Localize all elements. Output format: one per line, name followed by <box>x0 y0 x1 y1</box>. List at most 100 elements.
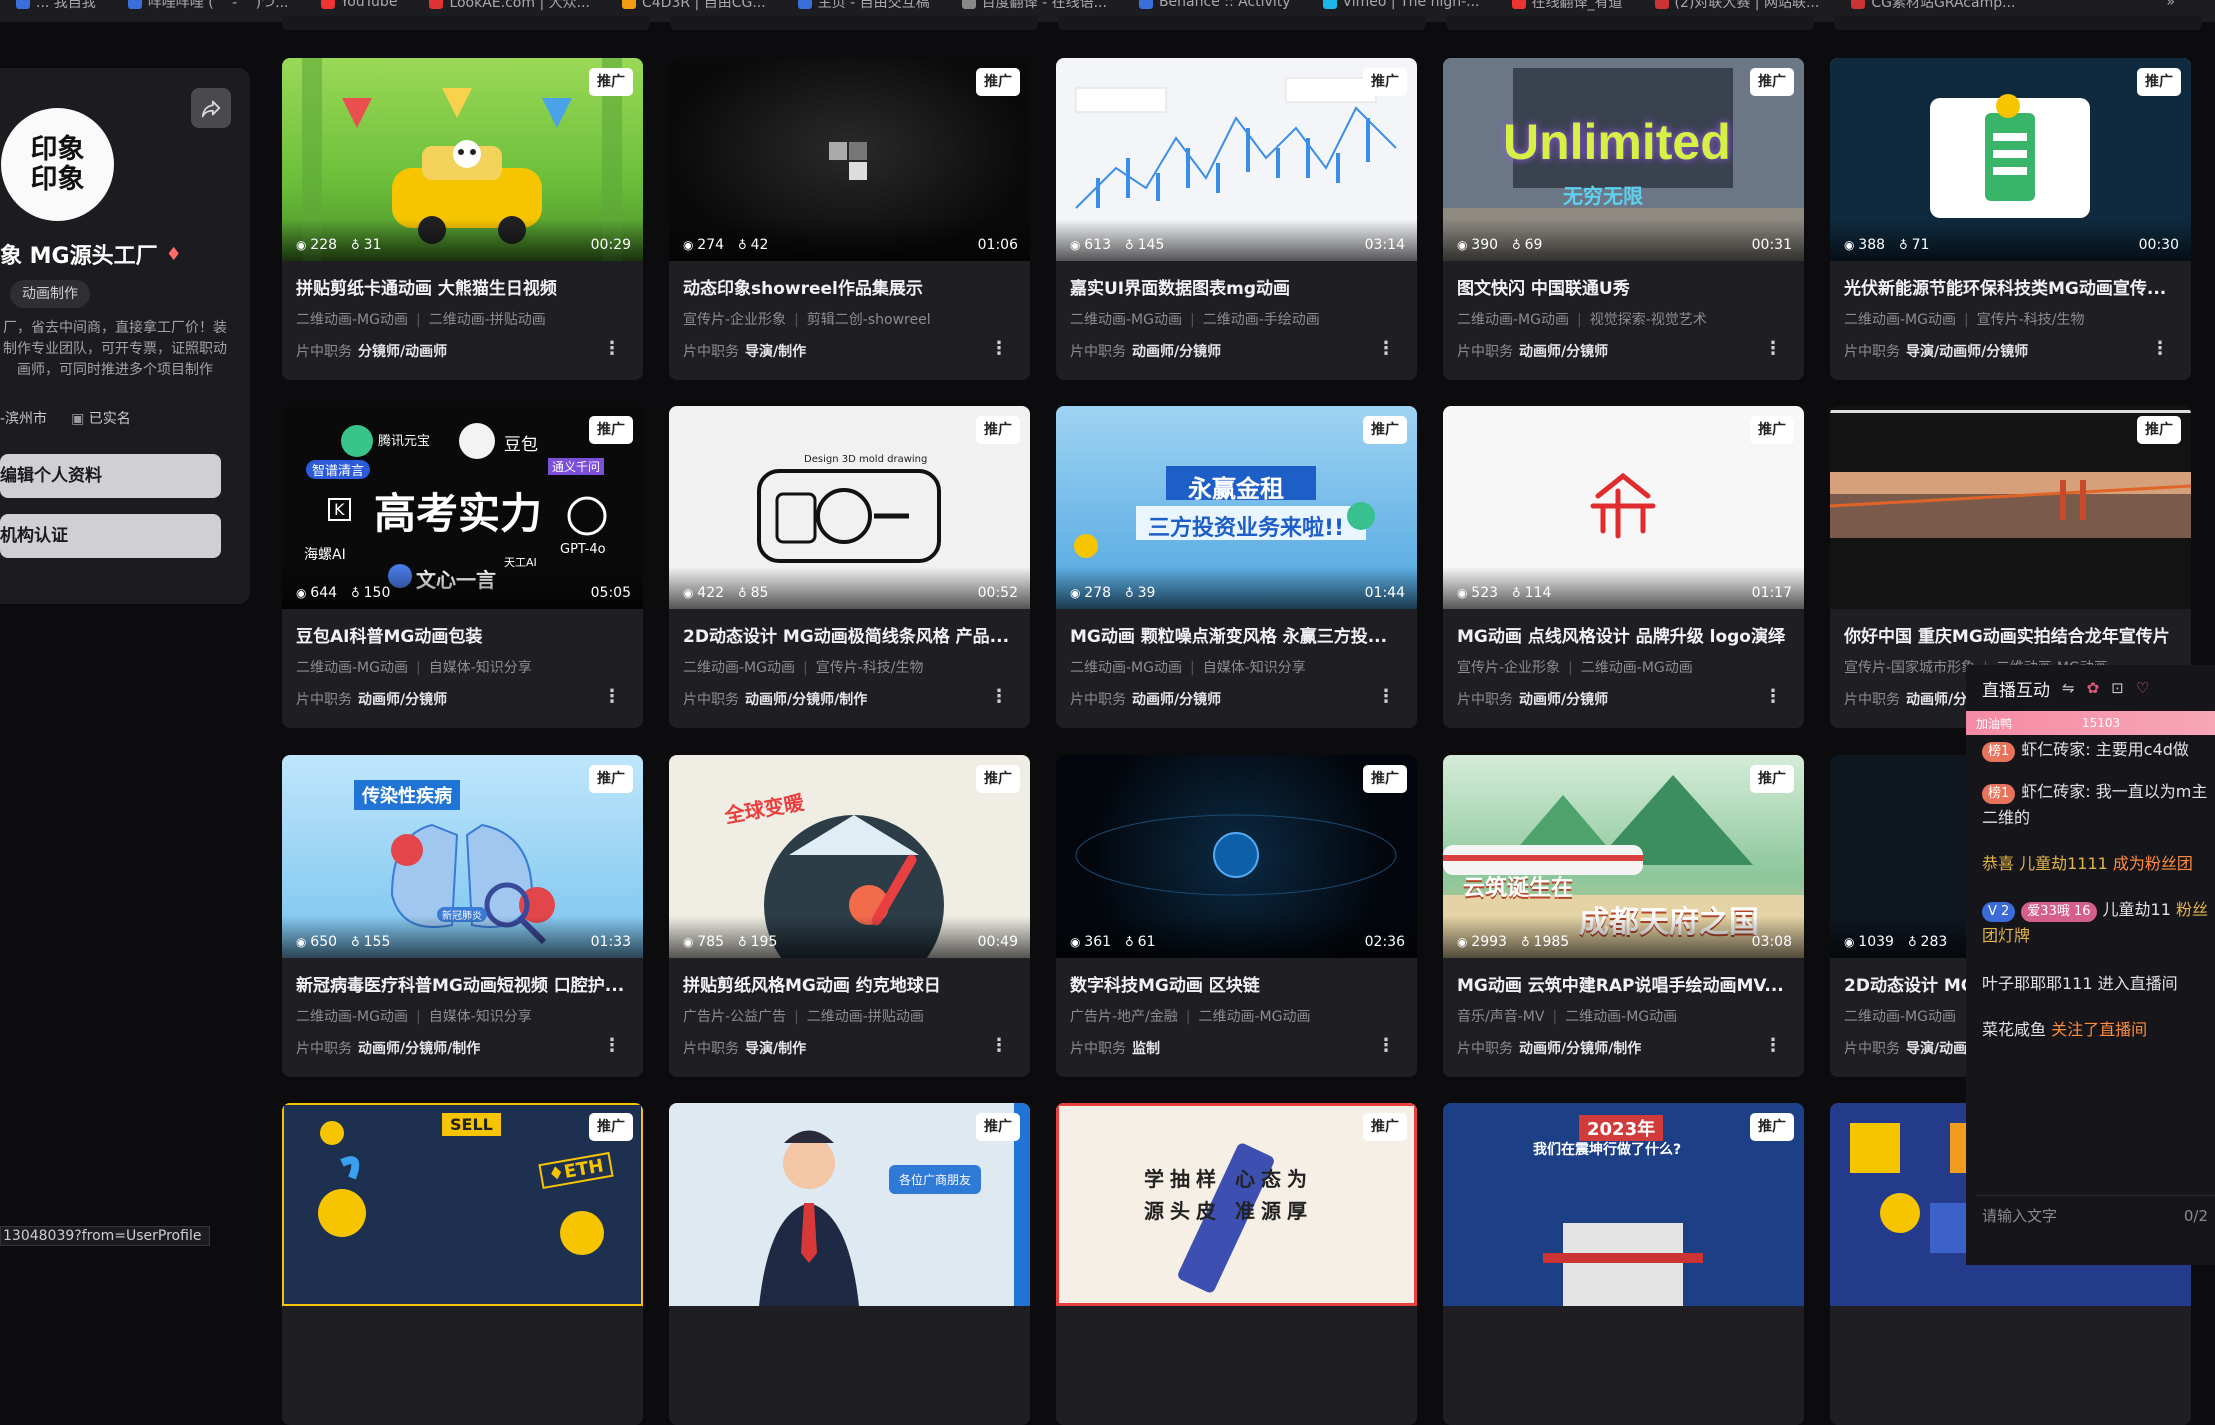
work-card[interactable]: SELL ♦ETH 推广 <box>282 1103 643 1425</box>
more-options-icon[interactable]: ⋮ <box>1377 338 1395 359</box>
work-category[interactable]: 自媒体-知识分享 <box>429 660 532 676</box>
share-button[interactable] <box>191 88 231 128</box>
lock-icon[interactable]: ⊡ <box>2111 679 2124 697</box>
work-title[interactable]: 2D动态设计 MG动画极简线条风格 产品... <box>683 622 1019 647</box>
work-card[interactable]: 2023年 我们在震坤行做了什么? 推广 <box>1443 1103 1804 1425</box>
work-title[interactable]: 新冠病毒医疗科普MG动画短视频 口腔护... <box>296 971 632 996</box>
work-card[interactable]: 永赢金租三方投资业务来啦!! 278 39 01:44 推广 MG动画 颗粒噪点渐变风格 … <box>1056 406 1417 728</box>
edit-profile-button[interactable]: 编辑个人资料 <box>0 454 221 498</box>
work-category[interactable]: 二维动画-MG动画 <box>296 1009 408 1025</box>
work-category[interactable]: 宣传片-科技/生物 <box>1977 312 2085 328</box>
work-thumbnail[interactable]: 各位广商朋友 推广 <box>669 1103 1030 1306</box>
bookmark-item[interactable]: 主页 - 自由交互稿 <box>782 0 946 11</box>
work-title[interactable]: 嘉实UI界面数据图表mg动画 <box>1070 274 1406 299</box>
work-thumbnail[interactable]: 2023年 我们在震坤行做了什么? 推广 <box>1443 1103 1804 1306</box>
work-category[interactable]: 二维动画-MG动画 <box>683 660 795 676</box>
work-card[interactable]: 523 114 01:17 推广 MG动画 点线风格设计 品牌升级 logo演绎宣传片-… <box>1443 406 1804 728</box>
work-category[interactable]: 自媒体-知识分享 <box>1203 660 1306 676</box>
work-category[interactable]: 二维动画-MG动画 <box>1581 660 1693 676</box>
work-thumbnail[interactable]: 高考实力腾讯元宝豆包智谱清言通义千问K海螺AI文心一言GPT-4o天工AI644… <box>282 406 643 609</box>
chat-input[interactable]: 请输入文字 0/2 <box>1976 1195 2215 1235</box>
more-options-icon[interactable]: ⋮ <box>1377 1035 1395 1056</box>
work-title[interactable]: 动态印象showreel作品集展示 <box>683 274 1019 299</box>
work-category[interactable]: 二维动画-拼贴动画 <box>807 1009 924 1025</box>
work-thumbnail[interactable]: 永赢金租三方投资业务来啦!! 278 39 01:44 推广 <box>1056 406 1417 609</box>
work-thumbnail[interactable]: 274 42 01:06 推广 <box>669 58 1030 261</box>
filter-tab[interactable] <box>670 16 1038 30</box>
work-card[interactable]: 361 61 02:36 推广数字科技MG动画 区块链广告片-地产/金融 | 二维动画-M… <box>1056 755 1417 1077</box>
more-options-icon[interactable]: ⋮ <box>603 338 621 359</box>
work-category[interactable]: 二维动画-MG动画 <box>1199 1009 1311 1025</box>
work-thumbnail[interactable]: 613 145 03:14 推广 <box>1056 58 1417 261</box>
work-title[interactable]: 豆包AI科普MG动画包装 <box>296 622 632 647</box>
work-category[interactable]: 二维动画-MG动画 <box>1565 1009 1677 1025</box>
avatar[interactable]: 印象印象 <box>1 108 114 221</box>
work-category[interactable]: 二维动画-MG动画 <box>1070 660 1182 676</box>
bookmark-item[interactable]: YouTube <box>305 0 414 10</box>
gift-icon[interactable]: ✿ <box>2087 679 2100 697</box>
work-category[interactable]: 剪辑二创-showreel <box>807 312 931 328</box>
more-options-icon[interactable]: ⋮ <box>2151 338 2169 359</box>
work-card[interactable]: Unlimited 无穷无限 390 69 00:31 推广图文快闪 中国联通U秀二维动画… <box>1443 58 1804 380</box>
more-options-icon[interactable]: ⋮ <box>1764 686 1782 707</box>
work-thumbnail[interactable]: Unlimited 无穷无限 390 69 00:31 推广 <box>1443 58 1804 261</box>
work-category[interactable]: 二维动画-拼贴动画 <box>429 312 546 328</box>
work-card[interactable]: 各位广商朋友 推广 <box>669 1103 1030 1425</box>
work-card[interactable]: 388 71 00:30 推广光伏新能源节能环保科技类MG动画宣传... 二维动画-MG… <box>1830 58 2191 380</box>
work-card[interactable]: 云筑诞生在成都天府之国2993198503:08推广MG动画 云筑中建RAP说唱… <box>1443 755 1804 1077</box>
work-title[interactable]: 拼贴剪纸风格MG动画 约克地球日 <box>683 971 1019 996</box>
work-category[interactable]: 宣传片-科技/生物 <box>816 660 924 676</box>
work-card[interactable]: 274 42 01:06 推广动态印象showreel作品集展示宣传片-企业形象 | 剪辑… <box>669 58 1030 380</box>
work-thumbnail[interactable]: 推广 <box>1830 406 2191 609</box>
work-card[interactable]: Design 3D mold drawing 422 85 00:52 推广 2D动态设计… <box>669 406 1030 728</box>
filter-tab[interactable] <box>1834 16 2202 30</box>
work-category[interactable]: 二维动画-MG动画 <box>296 660 408 676</box>
work-category[interactable]: 宣传片-国家城市形象 <box>1844 660 1975 676</box>
work-category[interactable]: 宣传片-企业形象 <box>1457 660 1560 676</box>
bookmarks-overflow-button[interactable]: » <box>2150 0 2215 10</box>
work-thumbnail[interactable]: 523 114 01:17 推广 <box>1443 406 1804 609</box>
more-options-icon[interactable]: ⋮ <box>990 1035 1008 1056</box>
work-category[interactable]: 宣传片-企业形象 <box>683 312 786 328</box>
work-thumbnail[interactable]: 228 31 00:29 推广 <box>282 58 643 261</box>
more-options-icon[interactable]: ⋮ <box>990 686 1008 707</box>
work-thumbnail[interactable]: 传染性疾病新冠肺炎65015501:33推广 <box>282 755 643 958</box>
work-category[interactable]: 二维动画-MG动画 <box>1844 1009 1956 1025</box>
bookmark-item[interactable]: LookAE.com | 大众... <box>413 0 606 11</box>
more-options-icon[interactable]: ⋮ <box>1764 1035 1782 1056</box>
work-category[interactable]: 二维动画-手绘动画 <box>1203 312 1320 328</box>
work-thumbnail[interactable]: 全球变暖78519500:49推广 <box>669 755 1030 958</box>
work-title[interactable]: MG动画 点线风格设计 品牌升级 logo演绎 <box>1457 622 1793 647</box>
work-thumbnail[interactable]: 361 61 02:36 推广 <box>1056 755 1417 958</box>
more-options-icon[interactable]: ⋮ <box>603 686 621 707</box>
link-icon[interactable]: ⇋ <box>2062 679 2075 697</box>
work-category[interactable]: 二维动画-MG动画 <box>1844 312 1956 328</box>
bookmark-item[interactable]: C4D3R | 自由CG... <box>606 0 782 11</box>
work-thumbnail[interactable]: Design 3D mold drawing 422 85 00:52 推广 <box>669 406 1030 609</box>
work-category[interactable]: 广告片-公益广告 <box>683 1009 786 1025</box>
more-options-icon[interactable]: ⋮ <box>1377 686 1395 707</box>
org-verify-button[interactable]: 机构认证 <box>0 514 221 558</box>
work-card[interactable]: 全球变暖78519500:49推广拼贴剪纸风格MG动画 约克地球日广告片-公益广… <box>669 755 1030 1077</box>
work-title[interactable]: 光伏新能源节能环保科技类MG动画宣传... <box>1844 274 2180 299</box>
bookmark-item[interactable]: 在线翻译_有道 <box>1496 0 1639 11</box>
filter-tab[interactable] <box>1058 16 1426 30</box>
bookmark-item[interactable]: 咩哩咩哩 ( ゜- ゜)つ... <box>112 0 305 11</box>
more-options-icon[interactable]: ⋮ <box>603 1035 621 1056</box>
more-options-icon[interactable]: ⋮ <box>1764 338 1782 359</box>
heart-icon[interactable]: ♡ <box>2136 679 2149 697</box>
work-title[interactable]: 数字科技MG动画 区块链 <box>1070 971 1406 996</box>
work-category[interactable]: 视觉探索-视觉艺术 <box>1590 312 1707 328</box>
work-card[interactable]: 61314503:14推广嘉实UI界面数据图表mg动画二维动画-MG动画|二维动… <box>1056 58 1417 380</box>
filter-tab[interactable] <box>282 16 650 30</box>
bookmark-item[interactable]: ... 我自我 <box>0 0 112 11</box>
bookmark-item[interactable]: Vimeo | The high-... <box>1307 0 1496 10</box>
bookmark-item[interactable]: 百度翻译 - 在线语... <box>946 0 1123 11</box>
work-category[interactable]: 二维动画-MG动画 <box>1070 312 1182 328</box>
work-title[interactable]: 拼贴剪纸卡通动画 大熊猫生日视频 <box>296 274 632 299</box>
bookmark-item[interactable]: Behance :: Activity <box>1123 0 1307 10</box>
bookmark-item[interactable]: CG素材站GRAcamp... <box>1835 0 2031 11</box>
more-options-icon[interactable]: ⋮ <box>990 338 1008 359</box>
work-category[interactable]: 音乐/声音-MV <box>1457 1009 1544 1025</box>
work-thumbnail[interactable]: 388 71 00:30 推广 <box>1830 58 2191 261</box>
